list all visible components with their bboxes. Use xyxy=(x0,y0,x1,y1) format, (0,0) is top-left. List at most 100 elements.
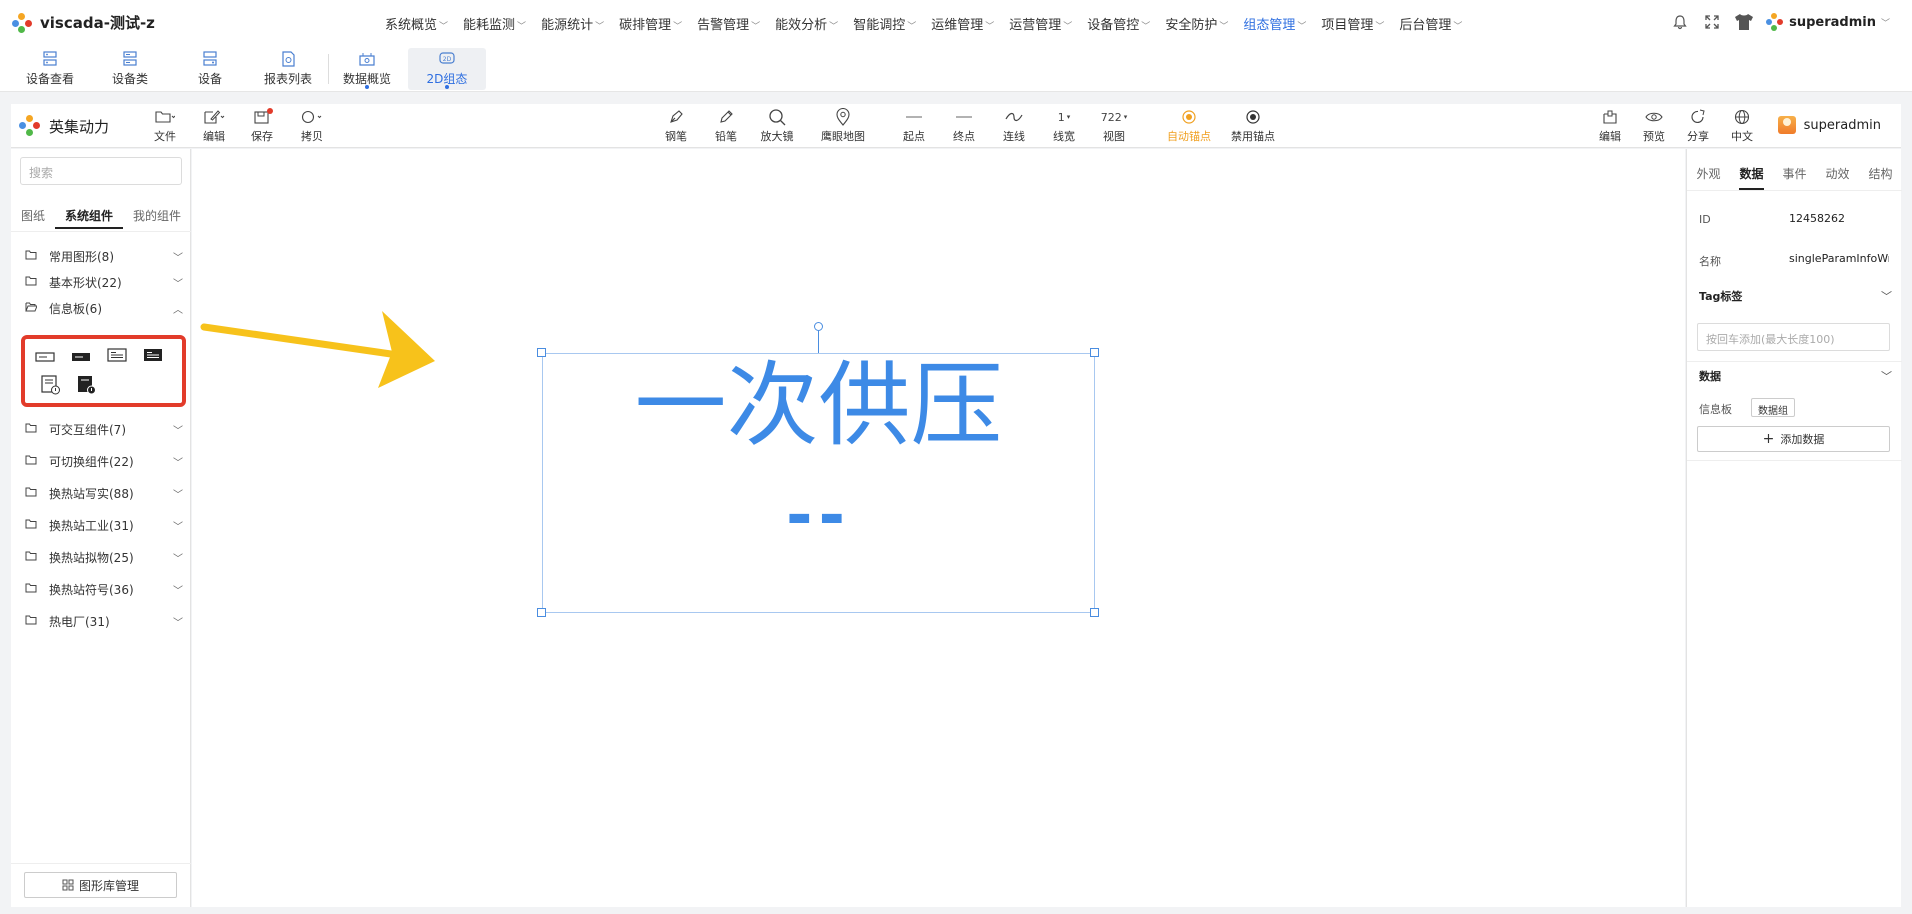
chevron-down-icon: ﹀ xyxy=(1881,370,1892,383)
info-board-component-3[interactable] xyxy=(107,347,127,363)
copy-icon xyxy=(301,108,323,126)
folder-icon xyxy=(25,422,39,436)
fullscreen-icon[interactable] xyxy=(1702,12,1722,32)
nav-item-carbon[interactable]: 碳排管理 ﹀ xyxy=(619,14,682,33)
nav-item-maintenance[interactable]: 运维管理 ﹀ xyxy=(931,14,994,33)
theme-shirt-icon[interactable] xyxy=(1734,12,1754,32)
quick-data-overview[interactable]: 数据概览 xyxy=(340,48,394,90)
quick-2d-config[interactable]: 2D 2D组态 xyxy=(408,48,486,90)
tab-data[interactable]: 数据 xyxy=(1739,159,1764,190)
tab-system-components[interactable]: 系统组件 xyxy=(55,207,123,229)
quick-device-class[interactable]: 设备类 xyxy=(100,48,160,90)
tab-my-components[interactable]: 我的组件 xyxy=(123,207,191,229)
category-power-plant[interactable]: 热电厂(31) ﹀ xyxy=(25,611,183,631)
chevron-down-icon: ﹀ xyxy=(1453,21,1463,32)
editor-user[interactable]: superadmin xyxy=(1777,116,1881,134)
info-board-component-6[interactable] xyxy=(77,375,97,395)
category-heat-station-skeuomorphic[interactable]: 换热站拟物(25) ﹀ xyxy=(25,547,183,567)
category-switchable[interactable]: 可切换组件(22) ﹀ xyxy=(25,451,183,471)
nav-item-operation[interactable]: 运营管理 ﹀ xyxy=(1009,14,1072,33)
quick-device[interactable]: 设备 xyxy=(188,48,232,90)
editor-brand: 英集动力 xyxy=(19,115,109,137)
tool-edit[interactable]: 编辑 xyxy=(193,108,235,144)
quick-device-view[interactable]: 设备查看 xyxy=(22,48,78,90)
category-heat-station-industrial[interactable]: 换热站工业(31) ﹀ xyxy=(25,515,183,535)
nav-item-alarm[interactable]: 告警管理 ﹀ xyxy=(697,14,760,33)
editor-logo-icon xyxy=(19,115,41,137)
tool-preview[interactable]: 预览 xyxy=(1639,108,1669,144)
rotate-handle[interactable] xyxy=(814,322,823,331)
tag-input[interactable]: 按回车添加(最大长度100) xyxy=(1697,323,1890,351)
category-heat-station-realistic[interactable]: 换热站写实(88) ﹀ xyxy=(25,483,183,503)
nav-item-efficiency[interactable]: 能效分析 ﹀ xyxy=(775,14,838,33)
nav-item-energy-stats[interactable]: 能源统计 ﹀ xyxy=(541,14,604,33)
nav-item-smart-control[interactable]: 智能调控 ﹀ xyxy=(853,14,916,33)
info-board-component-5[interactable] xyxy=(41,375,61,395)
grid-icon xyxy=(62,879,74,891)
name-value[interactable]: singleParamInfoWr xyxy=(1789,252,1889,265)
active-indicator-dot xyxy=(365,85,369,89)
tool-eagle-eye-map[interactable]: 鹰眼地图 xyxy=(815,108,871,144)
quick-report-list[interactable]: 报表列表 xyxy=(262,48,314,90)
plus-icon: + xyxy=(1762,431,1775,447)
data-group-chip[interactable]: 数据组 xyxy=(1751,398,1795,417)
tool-end-point[interactable]: 终点 xyxy=(951,108,977,144)
category-info-board[interactable]: 信息板(6) ︿ xyxy=(25,298,183,318)
tool-connect-line[interactable]: 连线 xyxy=(1001,108,1027,144)
info-board-component-4[interactable] xyxy=(143,347,163,363)
info-board-component-1[interactable] xyxy=(35,349,55,365)
tool-pen[interactable]: 钢笔 xyxy=(661,108,691,144)
app-brand[interactable]: viscada-测试-z xyxy=(12,12,155,33)
2d-config-icon: 2D xyxy=(439,52,455,64)
chevron-down-icon: ﹀ xyxy=(595,21,605,32)
design-canvas[interactable]: 一次供压 -- xyxy=(192,149,1685,907)
user-menu[interactable]: superadmin ﹀ xyxy=(1766,13,1890,31)
tab-structure[interactable]: 结构 xyxy=(1868,159,1892,190)
tag-section-header[interactable]: Tag标签 ﹀ xyxy=(1699,288,1892,304)
category-basic-shapes[interactable]: 基本形状(22) ﹀ xyxy=(25,272,183,292)
pen-icon xyxy=(668,108,684,126)
nav-item-system-overview[interactable]: 系统概览 ﹀ xyxy=(385,14,448,33)
tool-right-edit[interactable]: 编辑 xyxy=(1595,108,1625,144)
tool-save[interactable]: 保存 xyxy=(247,108,277,144)
library-management-button[interactable]: 图形库管理 xyxy=(24,872,177,898)
chevron-down-icon: ﹀ xyxy=(1880,18,1890,29)
tool-magnifier[interactable]: 放大镜 xyxy=(755,108,799,144)
chevron-down-icon: ﹀ xyxy=(1297,21,1307,32)
resize-handle-bottom-right[interactable] xyxy=(1090,608,1099,617)
nav-item-energy-monitor[interactable]: 能耗监测 ﹀ xyxy=(463,14,526,33)
nav-item-device-control[interactable]: 设备管控 ﹀ xyxy=(1087,14,1150,33)
category-interactive[interactable]: 可交互组件(7) ﹀ xyxy=(25,419,183,439)
nav-item-config-management[interactable]: 组态管理 ﹀ xyxy=(1243,14,1306,33)
bell-icon[interactable] xyxy=(1670,12,1690,32)
tool-start-point[interactable]: 起点 xyxy=(901,108,927,144)
info-board-label: 信息板 xyxy=(1699,403,1732,416)
tool-disable-anchor[interactable]: 禁用锚点 xyxy=(1225,108,1281,144)
chevron-down-icon: ﹀ xyxy=(173,553,183,565)
category-common-shapes[interactable]: 常用图形(8) ﹀ xyxy=(25,246,183,266)
tool-pencil[interactable]: 铅笔 xyxy=(711,108,741,144)
tool-language[interactable]: 中文 xyxy=(1727,108,1757,144)
edit-icon xyxy=(203,108,225,126)
tool-line-width[interactable]: 1 ▾ 线宽 xyxy=(1051,108,1077,144)
category-heat-station-symbols[interactable]: 换热站符号(36) ﹀ xyxy=(25,579,183,599)
tab-drawings[interactable]: 图纸 xyxy=(11,207,55,229)
search-input[interactable]: 搜索 xyxy=(20,157,182,185)
disable-anchor-icon xyxy=(1245,108,1261,126)
tab-events[interactable]: 事件 xyxy=(1782,159,1806,190)
add-data-button[interactable]: + 添加数据 xyxy=(1697,426,1890,452)
data-section-header[interactable]: 数据 ﹀ xyxy=(1699,368,1892,384)
resize-handle-bottom-left[interactable] xyxy=(537,608,546,617)
tool-view[interactable]: 722 ▾ 视图 xyxy=(1099,108,1129,144)
tool-auto-anchor[interactable]: 自动锚点 xyxy=(1161,108,1217,144)
info-board-component-2[interactable] xyxy=(71,349,91,365)
tab-appearance[interactable]: 外观 xyxy=(1696,159,1720,190)
tool-copy[interactable]: 拷贝 xyxy=(295,108,329,144)
nav-item-project[interactable]: 项目管理 ﹀ xyxy=(1321,14,1384,33)
tab-animation[interactable]: 动效 xyxy=(1825,159,1849,190)
tool-share[interactable]: 分享 xyxy=(1683,108,1713,144)
folder-icon xyxy=(25,550,39,564)
tool-file[interactable]: 文件 xyxy=(144,108,186,144)
nav-item-admin[interactable]: 后台管理 ﹀ xyxy=(1399,14,1462,33)
nav-item-security[interactable]: 安全防护 ﹀ xyxy=(1165,14,1228,33)
